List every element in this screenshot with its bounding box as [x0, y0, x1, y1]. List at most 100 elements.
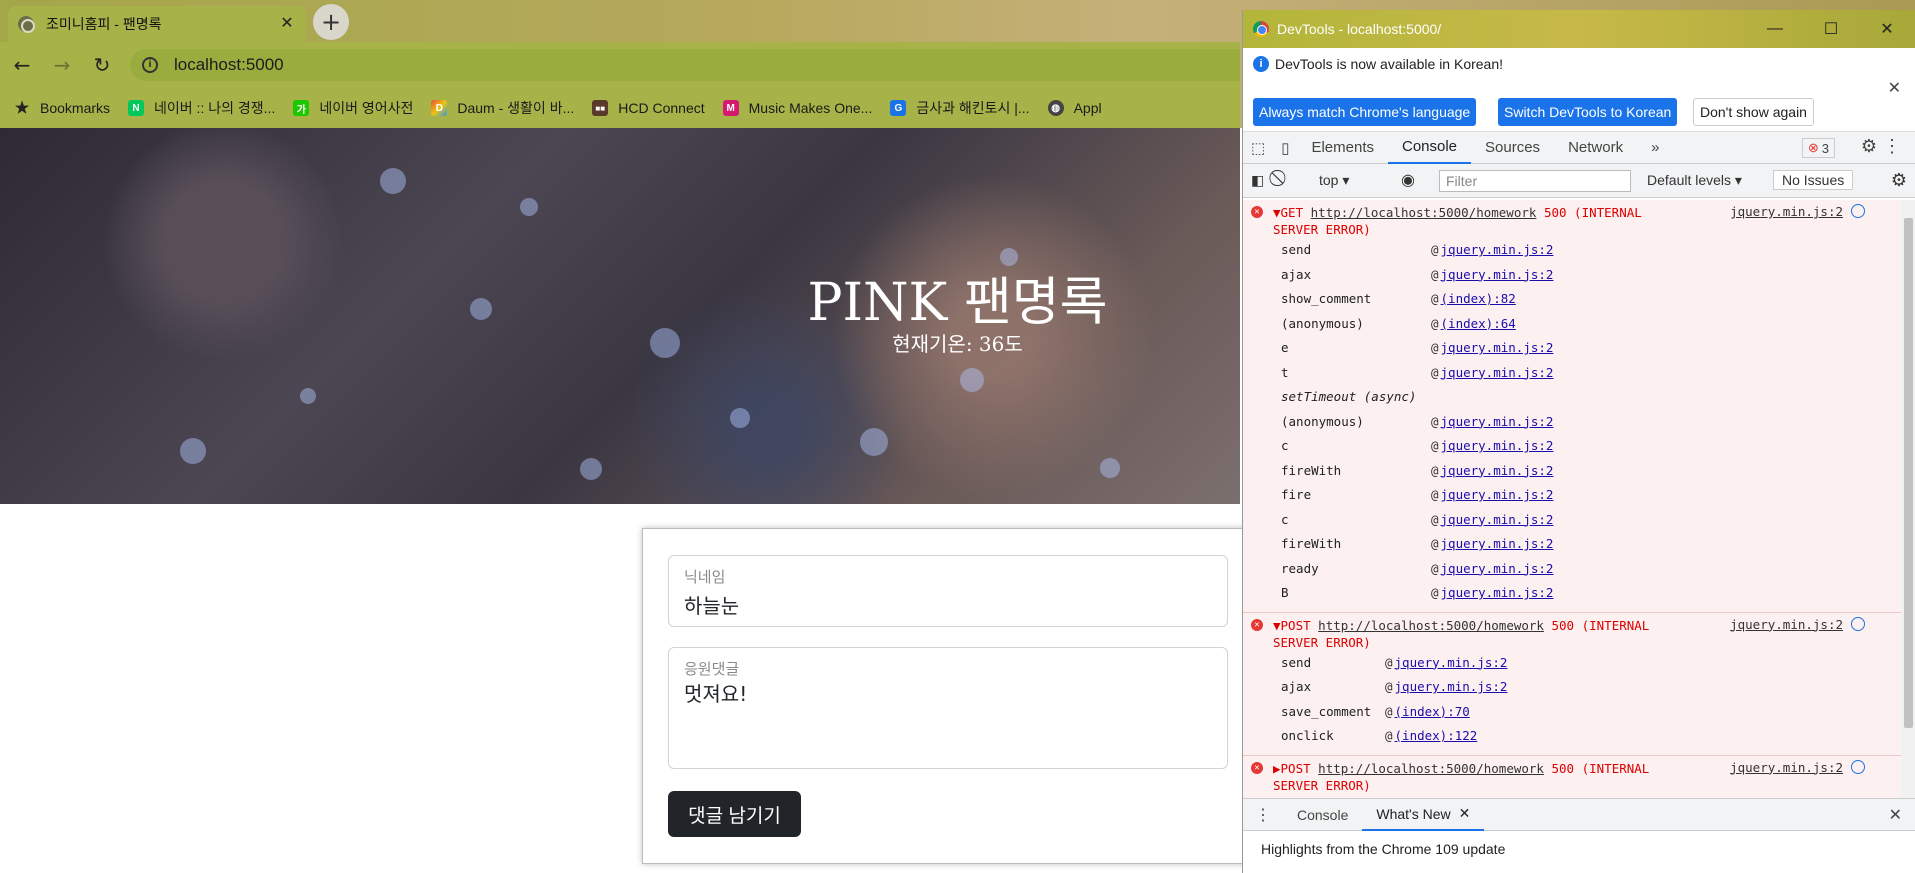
frame-link[interactable]: jquery.min.js:2: [1441, 434, 1554, 459]
stack-frame: show_comment @ (index):82: [1243, 287, 1903, 312]
globe-icon: ◍: [1047, 100, 1064, 116]
back-icon[interactable]: ←: [6, 49, 38, 81]
comment-label: 응원댓글: [684, 660, 740, 678]
bookmark-item[interactable]: ★ Bookmarks: [14, 100, 110, 117]
drawer-tab-whats-new[interactable]: What's New ✕: [1362, 799, 1485, 831]
minimize-icon[interactable]: —: [1747, 10, 1803, 48]
more-tabs-icon[interactable]: »: [1637, 132, 1673, 164]
scrollbar-thumb[interactable]: [1904, 218, 1913, 728]
close-drawer-icon[interactable]: ✕: [1889, 805, 1902, 825]
stack-frame: send @ jquery.min.js:2: [1243, 238, 1903, 263]
drawer-tab-console[interactable]: Console: [1283, 799, 1362, 831]
sidebar-toggle-icon[interactable]: ◧: [1251, 172, 1264, 189]
settings-gear-icon[interactable]: ⚙: [1861, 136, 1877, 157]
close-tab-icon[interactable]: ✕: [1459, 805, 1471, 822]
site-info-icon[interactable]: i: [142, 57, 158, 73]
comment-field[interactable]: 응원댓글 멋져요!: [668, 647, 1228, 769]
tab-sources[interactable]: Sources: [1471, 132, 1554, 164]
close-notice-icon[interactable]: ✕: [1888, 78, 1901, 98]
stack-frame: e @ jquery.min.js:2: [1243, 336, 1903, 361]
bookmark-item[interactable]: G 금사과 해킨토시 |...: [890, 98, 1030, 118]
bookmark-item[interactable]: M Music Makes One...: [722, 100, 872, 116]
forward-icon[interactable]: →: [46, 49, 78, 81]
tab-console[interactable]: Console: [1387, 132, 1472, 164]
bookmark-item[interactable]: ◍ Appl: [1047, 100, 1102, 116]
drawer-menu-icon[interactable]: ⋮: [1243, 805, 1283, 825]
stack-frame: c @ jquery.min.js:2: [1243, 508, 1903, 533]
frame-link[interactable]: (index):82: [1441, 287, 1516, 312]
network-request-icon[interactable]: [1851, 204, 1865, 218]
submit-comment-button[interactable]: 댓글 남기기: [668, 791, 801, 837]
error-source-link[interactable]: jquery.min.js:2: [1730, 204, 1843, 219]
notice-text: DevTools is now available in Korean!: [1275, 56, 1504, 72]
device-toggle-icon[interactable]: ▯: [1273, 132, 1297, 164]
console-error: ✕ ▼POST http://localhost:5000/homework 50…: [1243, 612, 1903, 756]
match-language-button[interactable]: Always match Chrome's language: [1253, 98, 1477, 126]
nickname-field[interactable]: 닉네임 하늘눈: [668, 555, 1228, 627]
console-toolbar: ◧ ⃠ top ▾ ◉ Filter Default levels ▾ No I…: [1243, 164, 1915, 198]
error-source-link[interactable]: jquery.min.js:2: [1730, 760, 1843, 775]
new-tab-button[interactable]: +: [313, 4, 349, 40]
frame-link[interactable]: jquery.min.js:2: [1441, 459, 1554, 484]
console-error: ✕ ▶POST http://localhost:5000/homework 50…: [1243, 755, 1903, 798]
async-separator: setTimeout (async): [1281, 389, 1417, 404]
maximize-icon[interactable]: ☐: [1803, 10, 1859, 48]
close-icon[interactable]: ✕: [1859, 10, 1915, 48]
comment-value: 멋져요!: [684, 682, 748, 706]
console-settings-icon[interactable]: ⚙: [1891, 170, 1907, 191]
reload-icon[interactable]: ↻: [86, 49, 118, 81]
stack-trace: send @ jquery.min.js:2 ajax @ jquery.min.js:…: [1243, 238, 1903, 606]
browser-tab[interactable]: 조미니홈피 - 팬명록 ✕: [8, 6, 306, 42]
frame-link[interactable]: jquery.min.js:2: [1441, 410, 1554, 435]
log-levels-select[interactable]: Default levels ▾: [1647, 172, 1742, 189]
switch-korean-button[interactable]: Switch DevTools to Korean: [1498, 98, 1678, 126]
frame-link[interactable]: jquery.min.js:2: [1395, 675, 1508, 700]
error-source-link[interactable]: jquery.min.js:2: [1730, 617, 1843, 632]
frame-link[interactable]: (index):64: [1441, 312, 1516, 337]
daum-icon: D: [431, 100, 448, 116]
address-bar[interactable]: i localhost:5000: [130, 49, 1240, 81]
stack-frame: c @ jquery.min.js:2: [1243, 434, 1903, 459]
frame-link[interactable]: (index):122: [1395, 724, 1478, 749]
frame-link[interactable]: jquery.min.js:2: [1441, 238, 1554, 263]
frame-link[interactable]: jquery.min.js:2: [1441, 581, 1554, 606]
stack-frame: fireWith @ jquery.min.js:2: [1243, 459, 1903, 484]
console-scrollbar[interactable]: [1901, 200, 1915, 798]
tab-close-icon[interactable]: ✕: [278, 15, 296, 33]
bookmark-item[interactable]: D Daum - 생활이 바...: [431, 98, 574, 118]
frame-link[interactable]: jquery.min.js:2: [1395, 651, 1508, 676]
filter-input[interactable]: Filter: [1439, 170, 1631, 192]
apple-gold-icon: G: [890, 100, 907, 116]
frame-link[interactable]: (index):70: [1395, 700, 1470, 725]
network-request-icon[interactable]: [1851, 616, 1865, 631]
tab-network[interactable]: Network: [1554, 132, 1637, 164]
bookmark-item[interactable]: N 네이버 :: 나의 경쟁...: [128, 98, 275, 118]
info-icon: i: [1253, 56, 1269, 72]
frame-link[interactable]: jquery.min.js:2: [1441, 532, 1554, 557]
eye-icon[interactable]: ◉: [1401, 170, 1415, 190]
inspect-icon[interactable]: ⬚: [1243, 132, 1273, 164]
bookmark-item[interactable]: ■■ HCD Connect: [592, 100, 705, 116]
issues-button[interactable]: No Issues: [1773, 170, 1854, 190]
frame-link[interactable]: jquery.min.js:2: [1441, 557, 1554, 582]
context-select[interactable]: top ▾: [1319, 172, 1349, 189]
more-menu-icon[interactable]: ⋮: [1883, 136, 1901, 157]
star-icon: ★: [14, 100, 30, 117]
frame-link[interactable]: jquery.min.js:2: [1441, 508, 1554, 533]
stack-frame: ready @ jquery.min.js:2: [1243, 557, 1903, 582]
frame-link[interactable]: jquery.min.js:2: [1441, 361, 1554, 386]
bookmark-item[interactable]: 가 네이버 영어사전: [293, 98, 413, 118]
network-request-icon[interactable]: [1851, 759, 1865, 774]
frame-link[interactable]: jquery.min.js:2: [1441, 336, 1554, 361]
dont-show-button[interactable]: Don't show again: [1693, 98, 1814, 126]
error-icon: ✕: [1251, 206, 1263, 218]
tab-elements[interactable]: Elements: [1297, 132, 1388, 164]
stack-frame: (anonymous) @ jquery.min.js:2: [1243, 410, 1903, 435]
naver-dict-icon: 가: [293, 100, 310, 116]
frame-link[interactable]: jquery.min.js:2: [1441, 263, 1554, 288]
frame-link[interactable]: jquery.min.js:2: [1441, 483, 1554, 508]
error-count-badge[interactable]: ⊗ 3: [1801, 138, 1835, 158]
devtools-title: DevTools - localhost:5000/: [1277, 21, 1442, 37]
console-error: ✕ ▼GET http://localhost:5000/homework 500…: [1243, 200, 1903, 613]
error-icon: ⊗: [1807, 140, 1819, 155]
